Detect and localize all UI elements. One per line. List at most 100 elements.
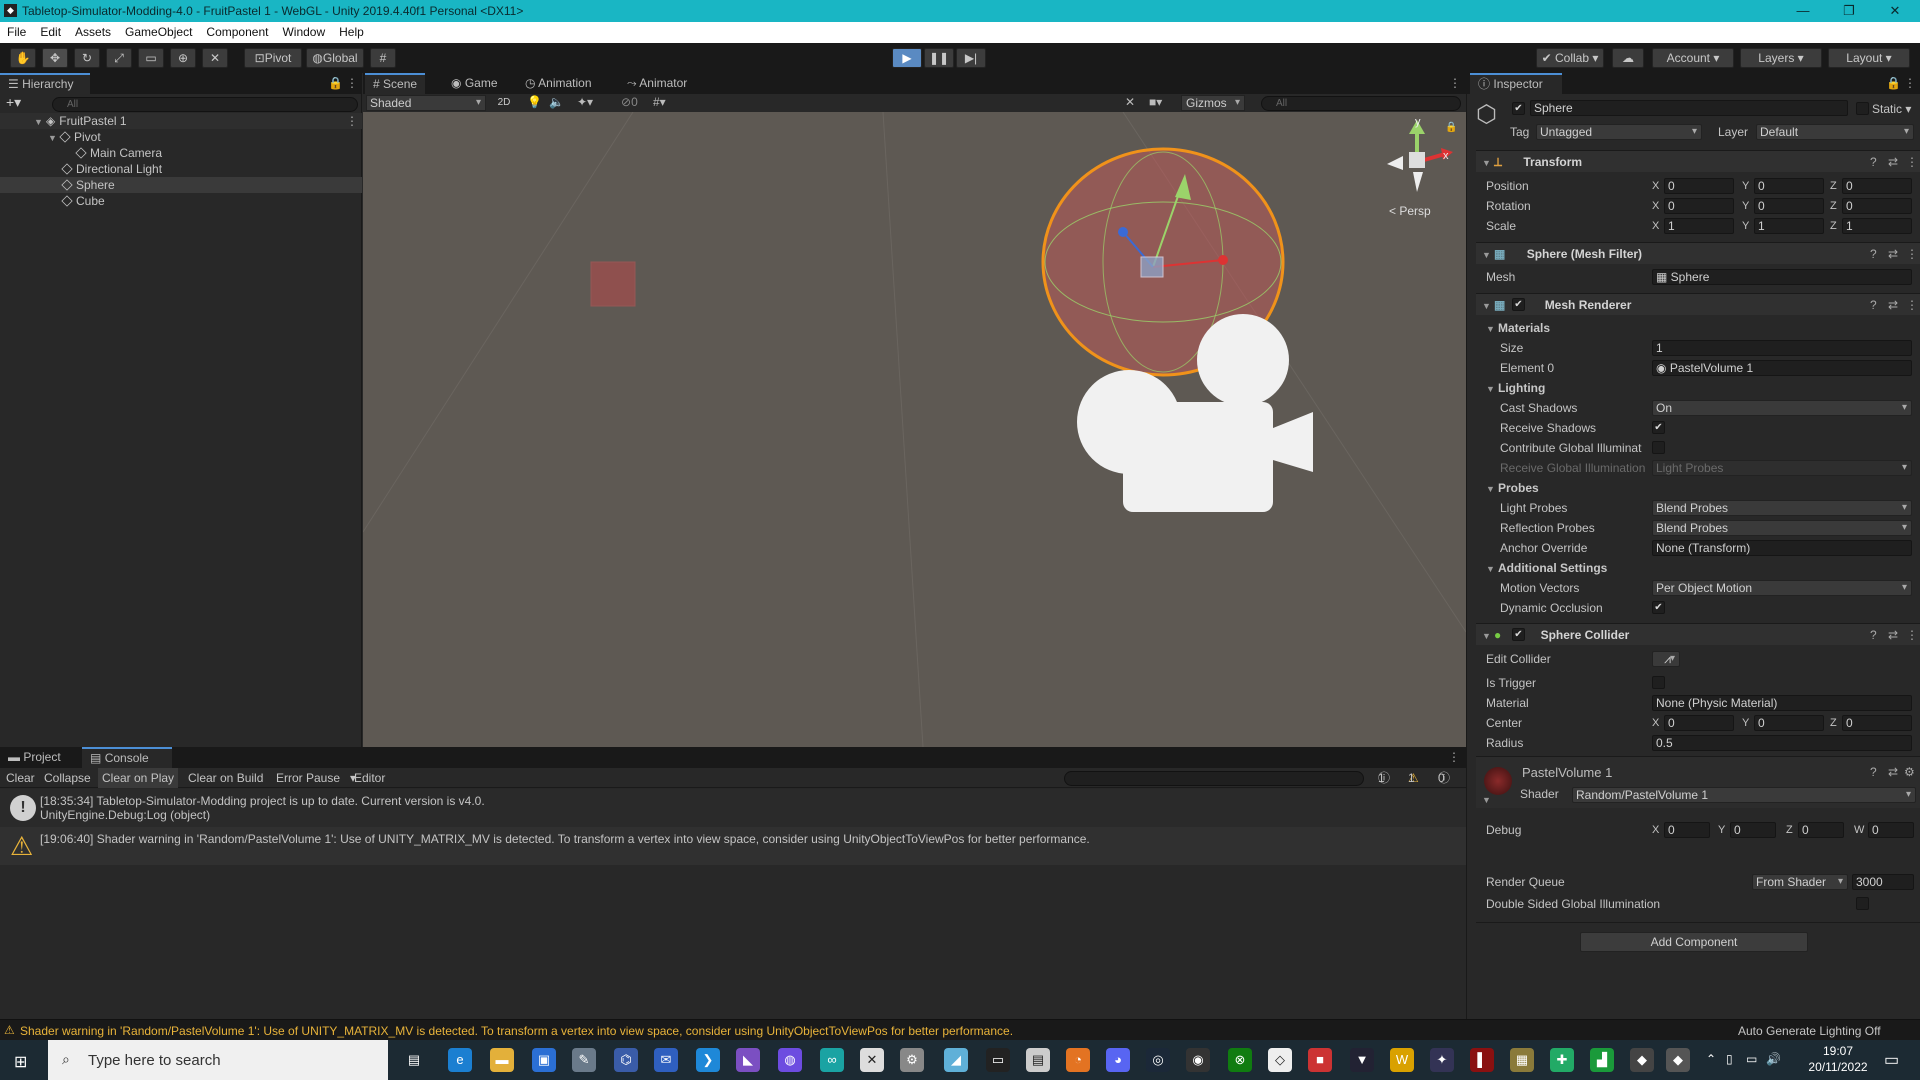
obs-icon[interactable]: ◉ [1186, 1048, 1210, 1072]
app-green-icon[interactable]: ✚ [1550, 1048, 1574, 1072]
active-checkbox[interactable]: ✔ [1512, 102, 1525, 115]
discord-icon[interactable]: ◕ [1106, 1048, 1130, 1072]
hierarchy-item-scene[interactable]: ▼ ◈ FruitPastel 1 ⋮ [0, 113, 362, 129]
excel-icon[interactable]: ✕ [860, 1048, 884, 1072]
mesh-renderer-header[interactable]: ▼ ▦ ✔ Mesh Renderer? ⇄ ⋮ [1476, 293, 1920, 315]
visual-studio-icon[interactable]: ◣ [736, 1048, 760, 1072]
position-z-input[interactable]: 0 [1842, 178, 1912, 194]
scene-search-input[interactable]: All [1261, 96, 1461, 111]
clock-date[interactable]: 20/11/2022 [1800, 1060, 1876, 1074]
warning-count-toggle[interactable]: ⚠ 1 [1400, 768, 1419, 788]
notification-icon[interactable]: ▭ [1884, 1050, 1899, 1070]
volume-icon[interactable]: 🔊 [1766, 1052, 1781, 1066]
rotation-x-input[interactable]: 0 [1664, 198, 1734, 214]
edge-browser-icon[interactable]: e [448, 1048, 472, 1072]
position-x-input[interactable]: 0 [1664, 178, 1734, 194]
help-icon[interactable]: ? [1870, 151, 1877, 173]
tab-console[interactable]: ▤ Console [82, 747, 172, 768]
tab-animator[interactable]: ⤳ Animator [619, 73, 695, 94]
grid-toggle-icon[interactable]: #▾ [653, 95, 666, 109]
close-button[interactable]: ✕ [1872, 0, 1918, 22]
mesh-renderer-enabled-checkbox[interactable]: ✔ [1512, 298, 1525, 311]
pivot-toggle[interactable]: ⊡Pivot [244, 48, 302, 68]
status-message[interactable]: Shader warning in 'Random/PastelVolume 1… [20, 1024, 1013, 1038]
sphere-collider-header[interactable]: ▼ ● ✔ Sphere Collider? ⇄ ⋮ [1476, 623, 1920, 645]
app-crimson-icon[interactable]: ▌ [1470, 1048, 1494, 1072]
app-w-icon[interactable]: W [1390, 1048, 1414, 1072]
tools-icon[interactable]: ✕ [1125, 95, 1135, 109]
store-icon[interactable]: ▣ [532, 1048, 556, 1072]
editor-dropdown[interactable]: Editor ▾ [346, 768, 385, 788]
account-dropdown[interactable]: Account ▾ [1652, 48, 1734, 68]
scale-x-input[interactable]: 1 [1664, 218, 1734, 234]
cast-shadows-dropdown[interactable]: On [1652, 400, 1912, 416]
tab-hierarchy[interactable]: ☰ Hierarchy [0, 73, 90, 94]
lighting-toggle-icon[interactable]: 💡 [527, 95, 542, 109]
clock-time[interactable]: 19:07 [1800, 1044, 1876, 1058]
x-arrow-head[interactable] [1218, 255, 1228, 265]
help-icon[interactable]: ? [1870, 294, 1877, 316]
unity-editor-icon[interactable]: ◆ [1630, 1048, 1654, 1072]
console-search-input[interactable] [1064, 771, 1364, 786]
motion-vectors-dropdown[interactable]: Per Object Motion [1652, 580, 1912, 596]
transform-header[interactable]: ▼ ⟂ Transform? ⇄ ⋮ [1476, 150, 1920, 172]
app-gold-icon[interactable]: ▦ [1510, 1048, 1534, 1072]
clear-button[interactable]: Clear [2, 768, 39, 788]
battery-icon[interactable]: ▯ [1726, 1052, 1733, 1066]
app-blue-icon[interactable]: ✦ [1430, 1048, 1454, 1072]
hierarchy-item-directional-light[interactable]: Directional Light [0, 161, 362, 177]
center-z-input[interactable]: 0 [1842, 715, 1912, 731]
mesh-object-field[interactable]: ▦ Sphere [1652, 269, 1912, 285]
presets-icon[interactable]: ⇄ [1888, 243, 1898, 265]
transform-tool-icon[interactable]: ⊕ [170, 48, 196, 68]
tab-project[interactable]: ▬ Project [0, 747, 69, 768]
more-icon[interactable]: ⋮ [346, 113, 358, 129]
hierarchy-search-input[interactable]: All [52, 97, 358, 112]
rotation-y-input[interactable]: 0 [1754, 198, 1824, 214]
lock-icon[interactable]: 🔒 [1445, 122, 1457, 133]
perspective-label[interactable]: < Persp [1389, 204, 1431, 218]
github-desktop-icon[interactable]: ◍ [778, 1048, 802, 1072]
menu-help[interactable]: Help [332, 22, 371, 39]
hierarchy-item-sphere[interactable]: Sphere [0, 177, 362, 193]
edit-collider-button[interactable]: ⩘ [1652, 651, 1680, 667]
tray-chevron-icon[interactable]: ⌃ [1706, 1052, 1716, 1066]
unity-editor-active-icon[interactable]: ◆ [1666, 1048, 1690, 1072]
more-icon[interactable]: ⋮ [1906, 151, 1918, 173]
terminal-icon[interactable]: ▭ [986, 1048, 1010, 1072]
contribute-gi-checkbox[interactable] [1652, 441, 1665, 454]
debug-x-input[interactable]: 0 [1664, 822, 1710, 838]
lock-icon[interactable]: 🔒 [1886, 76, 1901, 90]
help-icon[interactable]: ? [1870, 624, 1877, 646]
blender-icon[interactable]: ◔ [1066, 1048, 1090, 1072]
maximize-button[interactable]: ❐ [1826, 0, 1872, 22]
menu-component[interactable]: Component [199, 22, 275, 39]
receive-shadows-checkbox[interactable]: ✔ [1652, 421, 1665, 434]
outlook-icon[interactable]: ✉ [654, 1048, 678, 1072]
menu-gameobject[interactable]: GameObject [118, 22, 199, 39]
tab-scene[interactable]: # Scene [365, 73, 426, 94]
additional-settings-foldout[interactable]: ▼ Additional Settings [1476, 558, 1920, 578]
radius-input[interactable]: 0.5 [1652, 735, 1912, 751]
tab-inspector[interactable]: ⓘ Inspector [1470, 73, 1562, 94]
materials-foldout[interactable]: ▼ Materials [1476, 318, 1920, 338]
dynamic-occlusion-checkbox[interactable]: ✔ [1652, 601, 1665, 614]
more-icon[interactable]: ⋮ [1906, 243, 1918, 265]
light-probes-dropdown[interactable]: Blend Probes [1652, 500, 1912, 516]
file-explorer-icon[interactable]: ▬ [490, 1048, 514, 1072]
presets-icon[interactable]: ⇄ [1888, 151, 1898, 173]
hierarchy-item-main-camera[interactable]: Main Camera [0, 145, 362, 161]
settings-icon[interactable]: ⚙ [1904, 765, 1915, 779]
position-y-input[interactable]: 0 [1754, 178, 1824, 194]
presets-icon[interactable]: ⇄ [1888, 294, 1898, 316]
2d-toggle[interactable]: 2D [493, 95, 515, 111]
settings-app-icon[interactable]: ⚙ [900, 1048, 924, 1072]
network-app-icon[interactable]: ⌬ [614, 1048, 638, 1072]
z-arrow-head[interactable] [1118, 227, 1128, 237]
presets-icon[interactable]: ⇄ [1888, 765, 1898, 779]
menu-assets[interactable]: Assets [68, 22, 118, 39]
gizmos-dropdown[interactable]: Gizmos [1181, 95, 1245, 111]
reflection-probes-dropdown[interactable]: Blend Probes [1652, 520, 1912, 536]
center-x-input[interactable]: 0 [1664, 715, 1734, 731]
render-queue-mode-dropdown[interactable]: From Shader [1752, 874, 1848, 890]
